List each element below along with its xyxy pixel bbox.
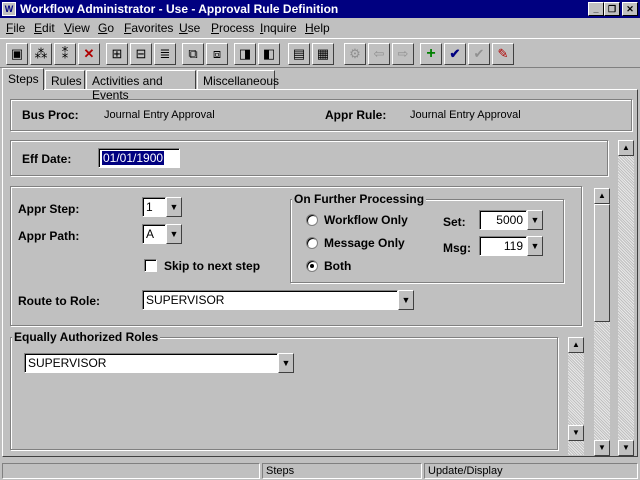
check-icon[interactable]: ✔ bbox=[444, 43, 466, 65]
insert-row-icon[interactable]: ⊞ bbox=[106, 43, 128, 65]
add-icon[interactable]: + bbox=[420, 43, 442, 65]
appr-step-dropdown-icon[interactable]: ▼ bbox=[166, 197, 182, 217]
menu-view[interactable]: View bbox=[64, 21, 90, 35]
message-only-label: Message Only bbox=[324, 236, 405, 250]
appr-rule-value: Journal Entry Approval bbox=[410, 109, 521, 121]
workflow-only-label: Workflow Only bbox=[324, 213, 408, 227]
set-field[interactable]: 5000 bbox=[479, 210, 527, 230]
menu-process[interactable]: Process bbox=[211, 21, 254, 35]
app-icon[interactable]: W bbox=[2, 2, 16, 16]
appr-step-label: Appr Step: bbox=[18, 202, 80, 216]
appr-path-dropdown-icon[interactable]: ▼ bbox=[166, 224, 182, 244]
set-label: Set: bbox=[443, 215, 466, 229]
title-bar[interactable]: W Workflow Administrator - Use - Approva… bbox=[0, 0, 640, 18]
restore-button[interactable]: ❐ bbox=[604, 2, 620, 16]
copy-icon[interactable]: ⧉ bbox=[182, 43, 204, 65]
tab-activities-and-events[interactable]: Activities and Events bbox=[86, 70, 196, 102]
route-to-role-field[interactable]: SUPERVISOR bbox=[142, 290, 398, 310]
cancel-icon[interactable]: ✕ bbox=[78, 43, 100, 65]
step-scroll-thumb[interactable] bbox=[594, 204, 610, 322]
eff-date-field[interactable]: 01/01/1900 bbox=[98, 148, 180, 168]
delete-row-icon[interactable]: ⊟ bbox=[130, 43, 152, 65]
appr-path-field[interactable]: A bbox=[142, 224, 166, 244]
menu-bar: File Edit View Go Favorites Use Process … bbox=[0, 19, 640, 37]
save-icon[interactable]: ▣ bbox=[6, 43, 28, 65]
step-vertical-scrollbar[interactable]: ▲ ▼ bbox=[594, 188, 610, 456]
minimize-button[interactable]: _ bbox=[588, 2, 604, 16]
next-page-icon[interactable]: ◨ bbox=[234, 43, 256, 65]
msg-dropdown-icon[interactable]: ▼ bbox=[527, 236, 543, 256]
back-arrow-icon[interactable]: ⇦ bbox=[368, 43, 390, 65]
forward-arrow-icon[interactable]: ⇨ bbox=[392, 43, 414, 65]
equal-role-field[interactable]: SUPERVISOR bbox=[24, 353, 278, 373]
appr-rule-label: Appr Rule: bbox=[325, 108, 387, 122]
eff-date-label: Eff Date: bbox=[22, 152, 72, 166]
skip-next-step-checkbox[interactable] bbox=[144, 259, 157, 272]
eff-date-value: 01/01/1900 bbox=[102, 151, 165, 165]
bus-proc-value: Journal Entry Approval bbox=[104, 109, 215, 121]
scroll-down-icon[interactable]: ▼ bbox=[618, 440, 634, 456]
menu-file[interactable]: File bbox=[6, 21, 25, 35]
both-label: Both bbox=[324, 259, 352, 273]
close-button[interactable]: ✕ bbox=[622, 2, 638, 16]
traffic-light-all-icon[interactable]: ⁑ bbox=[54, 43, 76, 65]
appr-path-label: Appr Path: bbox=[18, 229, 80, 243]
appr-step-field[interactable]: 1 bbox=[142, 197, 166, 217]
tab-miscellaneous[interactable]: Miscellaneous bbox=[197, 70, 279, 90]
print-preview-icon[interactable]: ▦ bbox=[312, 43, 334, 65]
print-icon[interactable]: ▤ bbox=[288, 43, 310, 65]
tab-steps[interactable]: Steps bbox=[2, 68, 44, 90]
roles-vertical-scrollbar[interactable]: ▲ ▼ bbox=[568, 337, 584, 455]
window-title: Workflow Administrator - Use - Approval … bbox=[20, 2, 339, 16]
equal-role-dropdown-icon[interactable]: ▼ bbox=[278, 353, 294, 373]
scroll-up-icon[interactable]: ▲ bbox=[618, 140, 634, 156]
status-panel-message bbox=[2, 463, 260, 479]
main-vertical-scrollbar[interactable]: ▲ ▼ bbox=[618, 140, 634, 456]
msg-label: Msg: bbox=[443, 241, 471, 255]
roles-scroll-up-icon[interactable]: ▲ bbox=[568, 337, 584, 353]
step-scroll-down-icon[interactable]: ▼ bbox=[594, 440, 610, 456]
message-only-radio[interactable] bbox=[306, 237, 318, 249]
status-bar: Steps Update/Display bbox=[0, 461, 640, 480]
menu-inquire[interactable]: Inquire bbox=[260, 21, 297, 35]
edit-pencil-icon[interactable]: ✎ bbox=[492, 43, 514, 65]
settings-gear-icon[interactable]: ⚙ bbox=[344, 43, 366, 65]
previous-page-icon[interactable]: ◧ bbox=[258, 43, 280, 65]
set-dropdown-icon[interactable]: ▼ bbox=[527, 210, 543, 230]
route-to-role-dropdown-icon[interactable]: ▼ bbox=[398, 290, 414, 310]
both-radio[interactable] bbox=[306, 260, 318, 272]
menu-favorites[interactable]: Favorites bbox=[124, 21, 173, 35]
menu-go[interactable]: Go bbox=[98, 21, 114, 35]
menu-help[interactable]: Help bbox=[305, 21, 330, 35]
toolbar: ▣ ⁂ ⁑ ✕ ⊞ ⊟ ≣ ⧉ ⧈ ◨ ◧ ▤ ▦ ⚙ ⇦ ⇨ + ✔ ✔ ✎ bbox=[0, 38, 640, 68]
status-panel-page: Steps bbox=[262, 463, 422, 479]
paste-icon[interactable]: ⧈ bbox=[206, 43, 228, 65]
skip-next-step-label: Skip to next step bbox=[164, 259, 261, 273]
traffic-light-icon[interactable]: ⁂ bbox=[30, 43, 52, 65]
route-to-role-label: Route to Role: bbox=[18, 294, 100, 308]
msg-field[interactable]: 119 bbox=[479, 236, 527, 256]
menu-edit[interactable]: Edit bbox=[34, 21, 55, 35]
status-panel-mode: Update/Display bbox=[424, 463, 638, 479]
bus-proc-label: Bus Proc: bbox=[22, 108, 79, 122]
menu-use[interactable]: Use bbox=[179, 21, 200, 35]
further-processing-legend: On Further Processing bbox=[292, 192, 427, 206]
workflow-only-radio[interactable] bbox=[306, 214, 318, 226]
tab-rules[interactable]: Rules bbox=[45, 70, 85, 90]
check-all-icon[interactable]: ✔ bbox=[468, 43, 490, 65]
list-icon[interactable]: ≣ bbox=[154, 43, 176, 65]
step-scroll-up-icon[interactable]: ▲ bbox=[594, 188, 610, 204]
equal-roles-legend: Equally Authorized Roles bbox=[12, 330, 161, 344]
roles-scroll-down-icon[interactable]: ▼ bbox=[568, 425, 584, 441]
